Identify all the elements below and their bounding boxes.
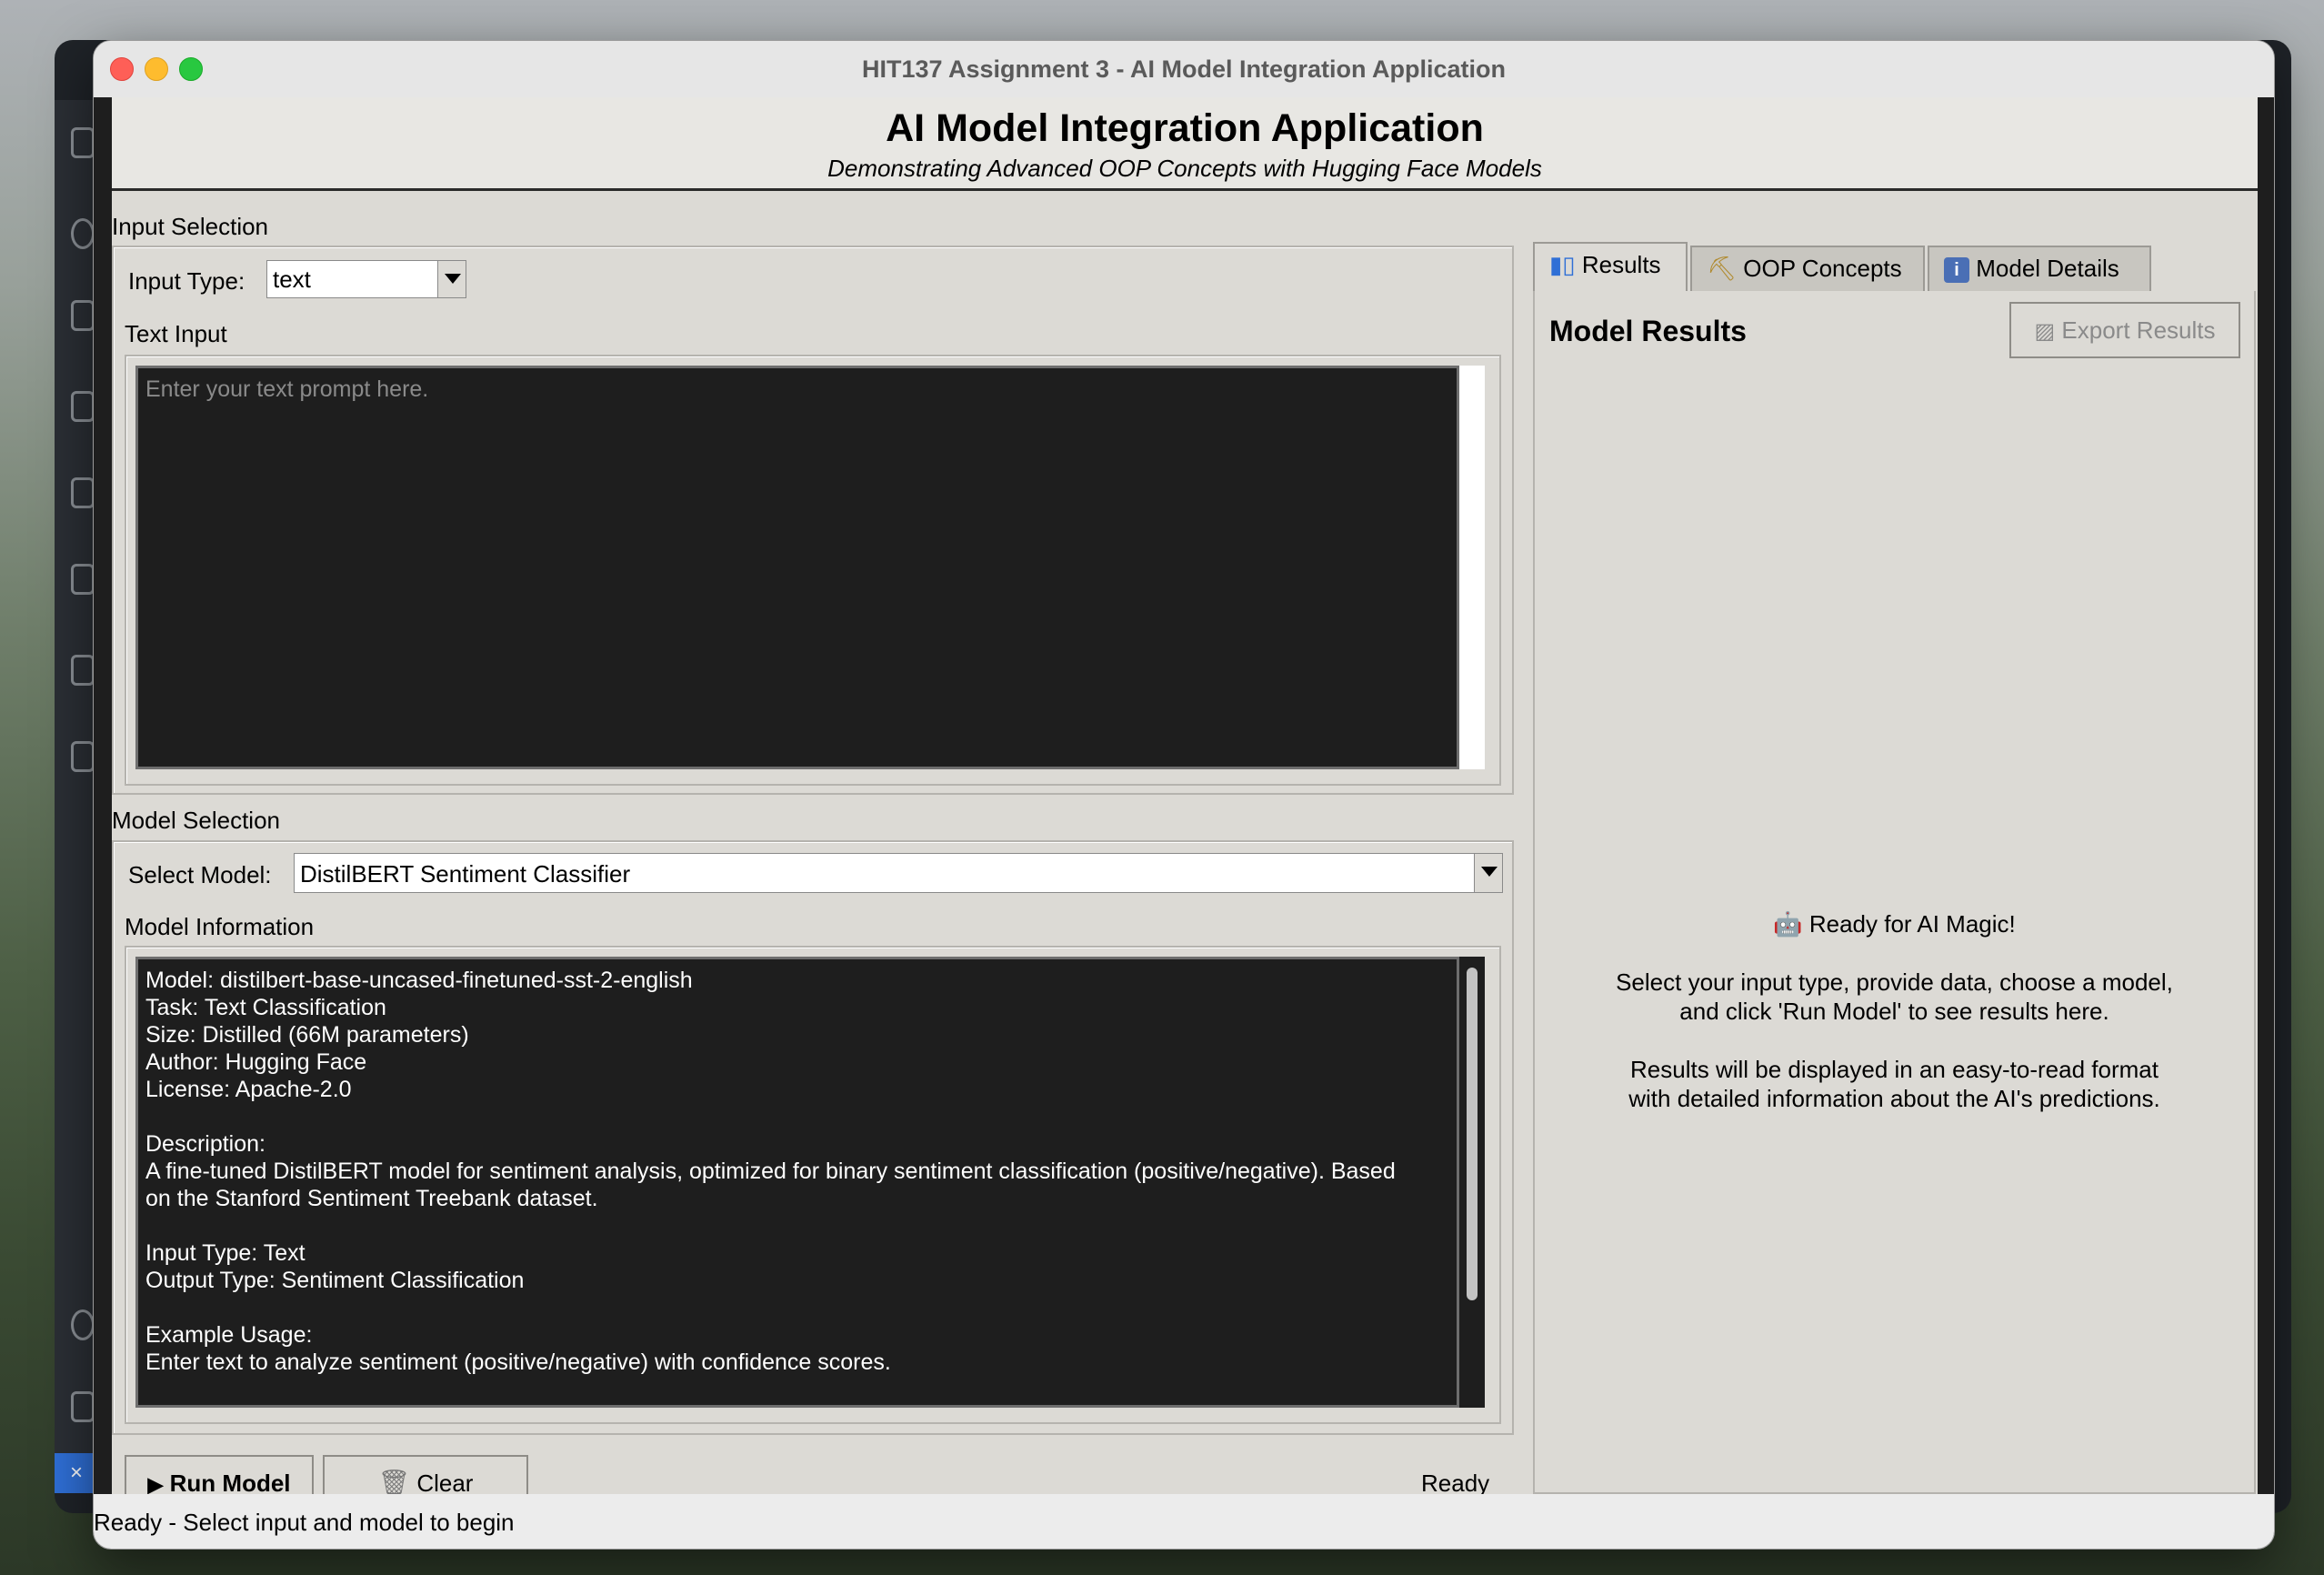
- tab-results[interactable]: ▮▯ Results: [1533, 242, 1688, 291]
- play-icon: ▶: [147, 1473, 164, 1496]
- app-header: AI Model Integration Application Demonst…: [112, 97, 2258, 191]
- model-info-line: Input Type: Text: [145, 1240, 306, 1266]
- extensions-icon[interactable]: [71, 477, 95, 508]
- results-help-line: with detailed information about the AI's…: [1628, 1085, 2160, 1112]
- model-info-line: Enter text to analyze sentiment (positiv…: [145, 1349, 891, 1375]
- results-help-line: Select your input type, provide data, ch…: [1616, 968, 2173, 996]
- status-bar-text: Ready - Select input and model to begin: [94, 1509, 515, 1536]
- select-model-label: Select Model:: [128, 861, 272, 888]
- model-section-title: Model Selection: [112, 807, 280, 834]
- right-column: ▮▯ Results ⛏ OOP Concepts i Model Detail…: [1533, 242, 2258, 1494]
- scroll-thumb[interactable]: [1467, 968, 1478, 1300]
- remote-icon[interactable]: [71, 564, 95, 595]
- export-label: Export Results: [2061, 316, 2216, 344]
- ready-title: 🤖 Ready for AI Magic!: [1535, 909, 2254, 938]
- model-info-line: [145, 1212, 1449, 1239]
- run-model-label: Run Model: [169, 1470, 291, 1497]
- input-type-dropdown[interactable]: text: [266, 260, 466, 298]
- text-input-scrollbar[interactable]: [1459, 366, 1485, 769]
- source-control-icon[interactable]: [71, 300, 95, 331]
- model-select-dropdown[interactable]: DistilBERT Sentiment Classifier: [294, 853, 1503, 893]
- settings-sync-icon[interactable]: [71, 741, 95, 772]
- model-info-scrollbar[interactable]: [1459, 957, 1485, 1408]
- model-info-text[interactable]: Model: distilbert-base-uncased-finetuned…: [135, 957, 1459, 1408]
- model-info-line: A fine-tuned DistilBERT model for sentim…: [145, 1159, 1396, 1184]
- model-info-line: Model: distilbert-base-uncased-finetuned…: [145, 968, 693, 993]
- input-type-value: text: [273, 266, 311, 293]
- results-help-line: and click 'Run Model' to see results her…: [1679, 998, 2109, 1025]
- model-info-line: Size: Distilled (66M parameters): [145, 1022, 469, 1048]
- status-bar: Ready - Select input and model to begin: [94, 1494, 2274, 1549]
- tab-results-label: Results: [1581, 251, 1661, 278]
- model-info-label: Model Information: [125, 913, 315, 940]
- chevron-down-icon[interactable]: [437, 261, 466, 297]
- left-column: Input Selection Input Type: text Text In…: [112, 202, 1514, 1511]
- input-type-label: Input Type:: [128, 267, 245, 295]
- model-info-line: Example Usage:: [145, 1322, 313, 1348]
- window-content: AI Model Integration Application Demonst…: [94, 97, 2274, 1549]
- chevron-down-icon[interactable]: [1474, 854, 1502, 892]
- input-section-title: Input Selection: [112, 213, 269, 240]
- export-results-button[interactable]: ▨ Export Results: [2009, 302, 2240, 358]
- results-title: Model Results: [1549, 315, 1747, 347]
- model-info-line: Description:: [145, 1131, 265, 1157]
- selected-model-value: DistilBERT Sentiment Classifier: [300, 860, 631, 888]
- model-info-line: [145, 1294, 1449, 1321]
- results-help-line: Results will be displayed in an easy-to-…: [1630, 1056, 2159, 1083]
- testing-icon[interactable]: [71, 655, 95, 686]
- search-icon[interactable]: [71, 218, 95, 249]
- results-placeholder: 🤖 Ready for AI Magic! Select your input …: [1535, 909, 2254, 1113]
- trash-icon: 🗑: [377, 1469, 411, 1497]
- results-help-text: Select your input type, provide data, ch…: [1535, 968, 2254, 1113]
- folder-icon: ▨: [2034, 319, 2056, 344]
- results-panel: Model Results ▨ Export Results 🤖 Ready f…: [1533, 291, 2256, 1494]
- debug-icon[interactable]: [71, 391, 95, 422]
- text-prompt-input[interactable]: Enter your text prompt here.: [135, 366, 1459, 769]
- tab-model-details-label: Model Details: [1976, 255, 2119, 282]
- text-input-label: Text Input: [125, 320, 227, 347]
- chart-icon: ▮▯: [1549, 251, 1576, 278]
- results-help-line: [1535, 1026, 2254, 1055]
- model-info-line: [145, 1103, 1449, 1130]
- window-title: HIT137 Assignment 3 - AI Model Integrati…: [861, 55, 1507, 83]
- tab-model-details[interactable]: i Model Details: [1928, 246, 2151, 291]
- model-info-line: License: Apache-2.0: [145, 1077, 352, 1102]
- app-subtitle: Demonstrating Advanced OOP Concepts with…: [827, 155, 1542, 182]
- model-info-line: on the Stanford Sentiment Treebank datas…: [145, 1186, 598, 1211]
- oop-icon: ⛏: [1707, 255, 1738, 282]
- tab-bar: ▮▯ Results ⛏ OOP Concepts i Model Detail…: [1533, 242, 2258, 291]
- app-window: HIT137 Assignment 3 - AI Model Integrati…: [93, 40, 2275, 1550]
- robot-icon: 🤖: [1773, 910, 1803, 938]
- gear-icon[interactable]: [71, 1391, 95, 1422]
- model-info-line: Author: Hugging Face: [145, 1049, 367, 1075]
- tab-oop-concepts[interactable]: ⛏ OOP Concepts: [1690, 246, 1925, 291]
- app-title: AI Model Integration Application: [886, 106, 1484, 150]
- account-icon[interactable]: [71, 1309, 95, 1340]
- title-bar: HIT137 Assignment 3 - AI Model Integrati…: [94, 41, 2274, 98]
- explorer-icon[interactable]: [71, 127, 95, 158]
- ready-title-text: Ready for AI Magic!: [1808, 910, 2016, 938]
- model-info-line: Task: Text Classification: [145, 995, 386, 1020]
- info-icon: i: [1944, 257, 1969, 284]
- clear-label: Clear: [416, 1470, 474, 1497]
- model-info-line: Output Type: Sentiment Classification: [145, 1268, 525, 1293]
- tab-oop-label: OOP Concepts: [1743, 255, 1902, 282]
- app-root: AI Model Integration Application Demonst…: [112, 97, 2258, 1511]
- remote-indicator[interactable]: ×: [55, 1453, 98, 1493]
- text-placeholder: Enter your text prompt here.: [145, 376, 429, 402]
